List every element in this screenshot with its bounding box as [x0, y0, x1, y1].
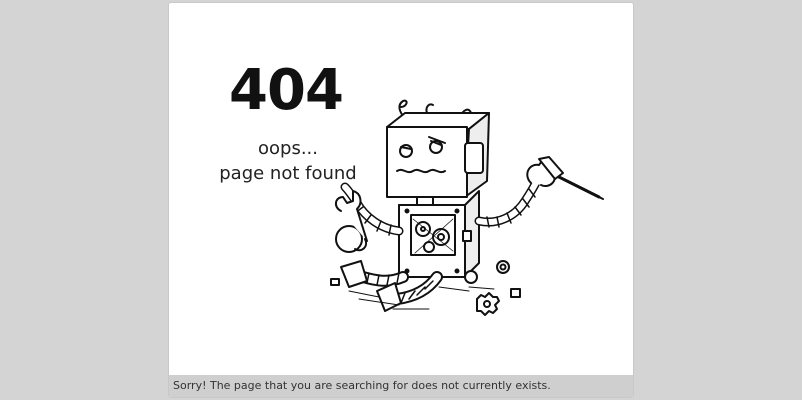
footer-message: Sorry! The page that you are searching f…: [169, 375, 633, 397]
broken-robot-icon: [330, 99, 604, 316]
error-card: 404 oops... page not found Sorry! The pa…: [168, 2, 634, 398]
